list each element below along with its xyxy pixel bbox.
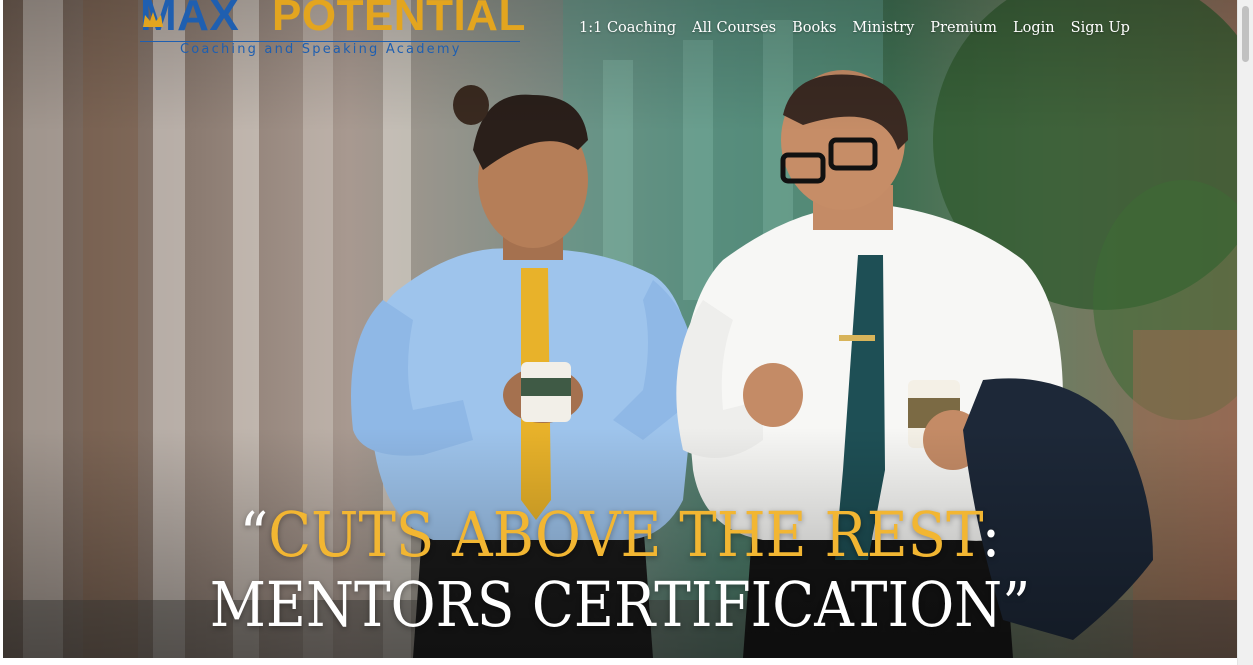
logo-word-potential: POTENTIAL <box>272 0 526 40</box>
headline-gold-text: CUTS ABOVE THE REST <box>268 498 982 571</box>
headline-white-text: MENTORS CERTIFICATION <box>209 568 1003 641</box>
close-quote: ” <box>1002 568 1031 641</box>
nav-link-sign-up[interactable]: Sign Up <box>1071 18 1130 38</box>
crown-icon <box>143 12 163 27</box>
hero-headline-line-2: MENTORS CERTIFICATION” <box>74 563 1166 647</box>
logo-tagline: Coaching and Speaking Academy <box>180 42 462 57</box>
nav-link-ministry[interactable]: Ministry <box>852 18 914 38</box>
scrollbar-thumb[interactable] <box>1242 6 1249 62</box>
page-scrollbar[interactable] <box>1237 0 1253 665</box>
nav-link-login[interactable]: Login <box>1013 18 1055 38</box>
site-logo[interactable]: MAX POTENTIAL Coaching and Speaking Acad… <box>140 0 525 64</box>
page: “CUTS ABOVE THE REST: MENTORS CERTIFICAT… <box>0 0 1253 665</box>
nav-link-coaching[interactable]: 1:1 Coaching <box>579 18 676 38</box>
nav-link-premium[interactable]: Premium <box>930 18 997 38</box>
main-nav: 1:1 Coaching All Courses Books Ministry … <box>579 18 1130 38</box>
open-quote: “ <box>239 498 269 571</box>
nav-link-all-courses[interactable]: All Courses <box>692 18 776 38</box>
headline-colon: : <box>981 498 1001 571</box>
nav-link-books[interactable]: Books <box>792 18 836 38</box>
hero-banner: “CUTS ABOVE THE REST: MENTORS CERTIFICAT… <box>3 0 1237 658</box>
